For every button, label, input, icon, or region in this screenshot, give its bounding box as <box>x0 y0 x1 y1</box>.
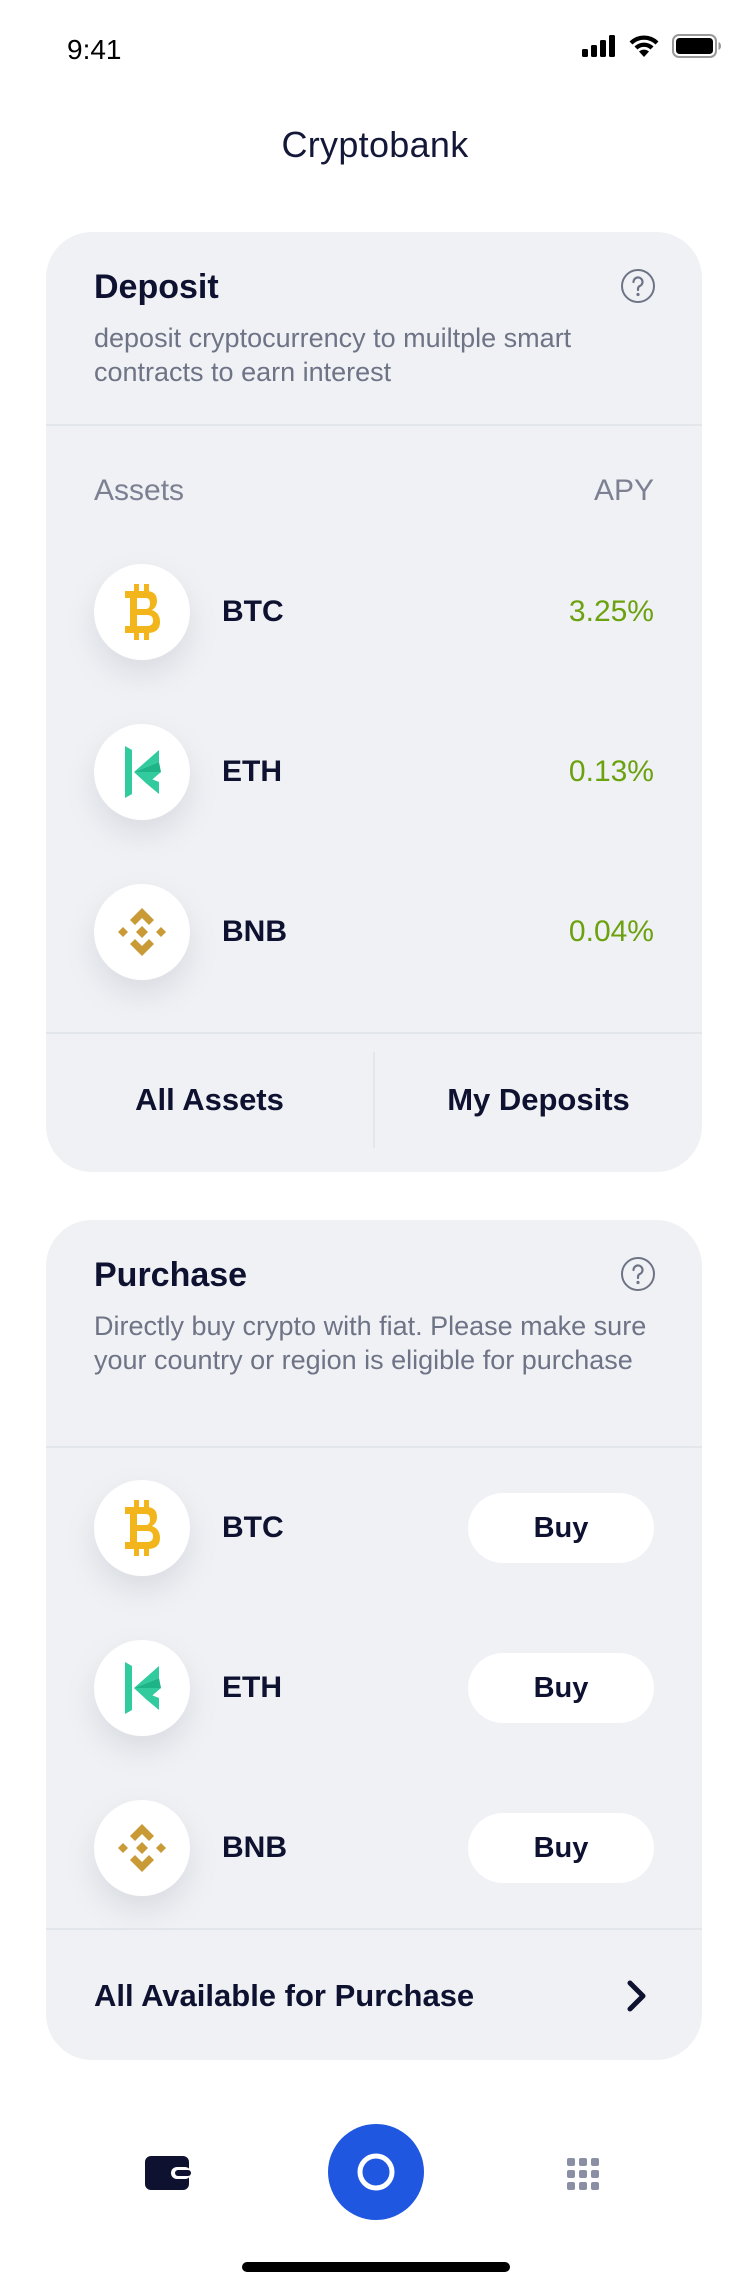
coin-badge <box>94 724 190 820</box>
binance-icon <box>118 1824 166 1872</box>
asset-symbol: ETH <box>222 755 282 788</box>
bitcoin-icon <box>125 1500 160 1556</box>
tab-menu[interactable] <box>567 2158 599 2195</box>
asset-symbol: BTC <box>222 1511 284 1544</box>
coin-badge <box>94 564 190 660</box>
deposit-row-btc[interactable]: BTC 3.25% <box>46 532 702 692</box>
asset-apy: 0.04% <box>568 915 654 948</box>
wifi-icon <box>629 35 659 57</box>
signal-icon <box>582 35 615 57</box>
coin-badge <box>94 1800 190 1896</box>
coin-badge <box>94 1640 190 1736</box>
asset-symbol: ETH <box>222 1671 282 1704</box>
apy-label: APY <box>593 474 654 507</box>
asset-apy: 3.25% <box>568 595 654 628</box>
home-circle-icon <box>357 2153 395 2191</box>
chevron-right-icon <box>627 1980 646 2012</box>
asset-symbol: BNB <box>222 1831 287 1864</box>
assets-header: Assets APY <box>46 426 702 508</box>
purchase-row-bnb: BNB Buy <box>46 1768 702 1928</box>
deposit-title: Deposit <box>94 268 219 306</box>
all-assets-button[interactable]: All Assets <box>46 1034 373 1166</box>
all-available-link[interactable]: All Available for Purchase <box>46 1930 702 2060</box>
deposit-row-eth[interactable]: ETH 0.13% <box>46 692 702 852</box>
all-available-label: All Available for Purchase <box>94 1978 475 2013</box>
buy-button[interactable]: Buy <box>468 1653 654 1723</box>
my-deposits-button[interactable]: My Deposits <box>375 1034 702 1166</box>
purchase-row-eth: ETH Buy <box>46 1608 702 1768</box>
kyber-icon <box>125 746 161 798</box>
deposit-card: Deposit deposit cryptocurrency to muiltp… <box>46 232 702 1172</box>
status-bar: 9:41 <box>0 0 750 100</box>
purchase-description: Directly buy crypto with fiat. Please ma… <box>94 1311 647 1375</box>
status-icons <box>582 34 722 58</box>
asset-apy: 0.13% <box>568 755 654 788</box>
purchase-title: Purchase <box>94 1256 248 1294</box>
status-time: 9:41 <box>67 34 122 65</box>
purchase-card: Purchase Directly buy crypto with fiat. … <box>46 1220 702 2060</box>
tab-home[interactable] <box>328 2124 424 2220</box>
tab-bar <box>0 2122 750 2222</box>
purchase-header: Purchase Directly buy crypto with fiat. … <box>46 1220 702 1446</box>
kyber-icon <box>125 1662 161 1714</box>
deposit-footer: All Assets My Deposits <box>46 1034 702 1166</box>
grid-icon <box>567 2158 599 2190</box>
asset-symbol: BNB <box>222 915 287 948</box>
page-title: Cryptobank <box>281 124 469 165</box>
battery-icon <box>672 34 721 58</box>
binance-icon <box>118 908 166 956</box>
deposit-description: deposit cryptocurrency to muiltple smart… <box>94 323 572 387</box>
help-icon[interactable] <box>620 1256 656 1292</box>
help-icon[interactable] <box>620 268 656 304</box>
wallet-icon <box>145 2156 191 2190</box>
coin-badge <box>94 884 190 980</box>
buy-button[interactable]: Buy <box>468 1493 654 1563</box>
buy-button[interactable]: Buy <box>468 1813 654 1883</box>
asset-symbol: BTC <box>222 595 284 628</box>
purchase-row-btc: BTC Buy <box>46 1448 702 1608</box>
assets-label: Assets <box>94 474 185 507</box>
tab-wallet[interactable] <box>145 2156 191 2195</box>
deposit-header: Deposit deposit cryptocurrency to muiltp… <box>46 232 702 424</box>
coin-badge <box>94 1480 190 1576</box>
home-indicator <box>242 2262 510 2272</box>
bitcoin-icon <box>125 584 160 640</box>
deposit-row-bnb[interactable]: BNB 0.04% <box>46 852 702 1012</box>
